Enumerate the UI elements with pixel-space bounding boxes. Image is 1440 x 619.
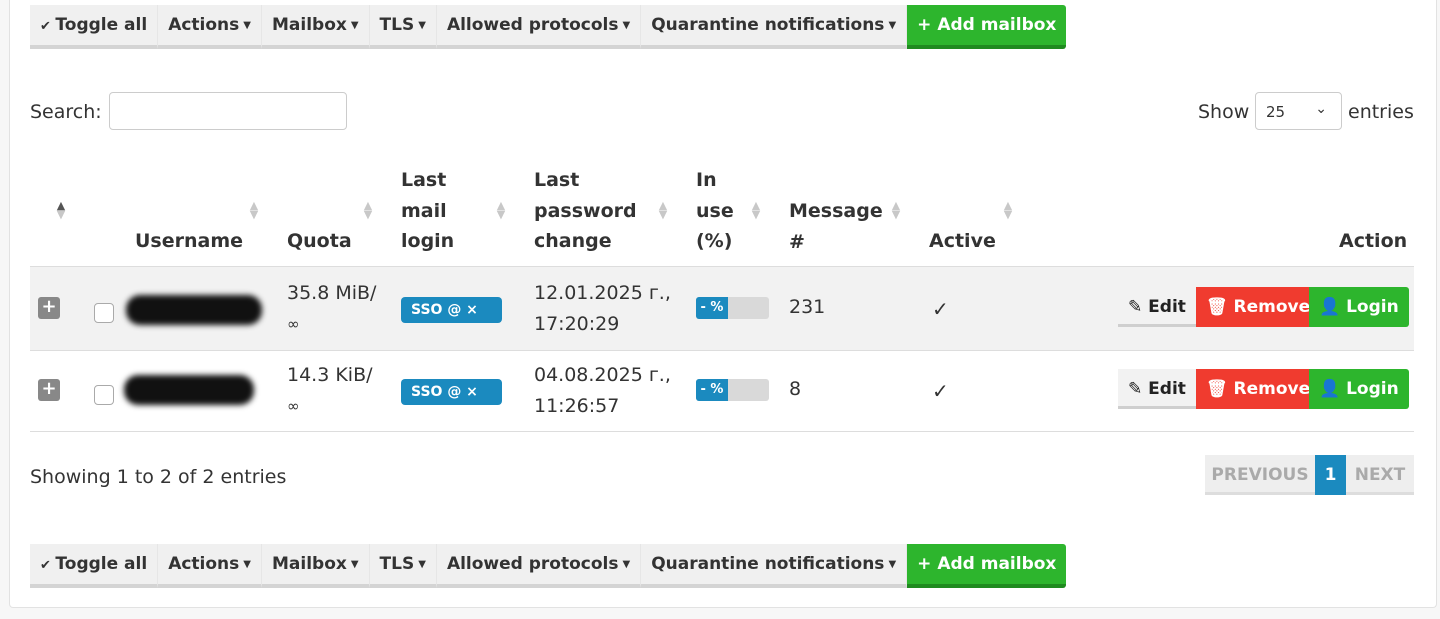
password-change-cell: 04.08.2025 г., 11:26:57 (534, 364, 671, 417)
length-value: 25 (1266, 103, 1286, 121)
row-checkbox[interactable] (94, 385, 114, 405)
caret-down-icon: ▼ (243, 559, 251, 570)
actions-dropdown[interactable]: Actions ▼ (158, 544, 262, 588)
user-icon: 👤 (1319, 379, 1347, 399)
tls-dropdown[interactable]: TLS ▼ (369, 544, 437, 588)
chevron-down-icon: ⌄ (1315, 101, 1327, 117)
login-button[interactable]: 👤 Login (1309, 287, 1409, 327)
page-1-button[interactable]: 1 (1315, 455, 1346, 495)
previous-page-button[interactable]: PREVIOUS (1205, 455, 1315, 495)
allowed-protocols-dropdown[interactable]: Allowed protocols ▼ (436, 544, 642, 588)
column-username[interactable]: Username (135, 226, 243, 257)
plus-icon: + (917, 554, 938, 574)
column-message-count[interactable]: Message # (789, 196, 883, 257)
caret-down-icon: ▼ (418, 20, 426, 31)
column-quota[interactable]: Quota (287, 226, 352, 257)
entries-length-select[interactable]: 25 ⌄ (1255, 92, 1342, 130)
caret-down-icon: ▼ (243, 20, 251, 31)
redacted-username (126, 295, 262, 325)
search-input[interactable] (109, 92, 347, 130)
edit-button[interactable]: ✎ Edit (1118, 287, 1196, 327)
show-label: Show (1198, 101, 1250, 123)
caret-down-icon: ▼ (350, 20, 359, 31)
search-label: Search: (30, 101, 102, 123)
caret-down-icon: ▼ (622, 559, 631, 570)
allowed-protocols-dropdown[interactable]: Allowed protocols ▼ (436, 5, 642, 49)
quarantine-notifications-dropdown[interactable]: Quarantine notifications ▼ (641, 5, 908, 49)
column-last-mail-login[interactable]: Last mail login (401, 165, 454, 257)
check-double-icon: ✔ (40, 558, 56, 573)
quota-cell: 14.3 KiB/ ∞ (287, 364, 373, 415)
sort-icon[interactable]: ▲ ▼ (658, 200, 668, 220)
check-double-icon: ✔ (40, 19, 56, 34)
pencil-icon: ✎ (1128, 379, 1149, 399)
trash-icon: 🗑 (1206, 379, 1234, 399)
usage-bar: - % (696, 297, 769, 319)
plus-icon: + (917, 15, 938, 35)
message-count: 8 (789, 378, 802, 400)
edit-button[interactable]: ✎ Edit (1118, 369, 1196, 409)
sort-icon[interactable]: ▲ ▼ (249, 200, 259, 220)
add-mailbox-button[interactable]: + Add mailbox (907, 5, 1067, 49)
column-active[interactable]: Active (929, 226, 996, 257)
sort-icon[interactable]: ▲ ▼ (751, 200, 761, 220)
sort-icon[interactable]: ▲ ▼ (56, 200, 66, 220)
mailbox-dropdown[interactable]: Mailbox ▼ (261, 544, 370, 588)
quarantine-notifications-dropdown[interactable]: Quarantine notifications ▼ (641, 544, 908, 588)
active-check-icon: ✓ (932, 297, 949, 321)
caret-down-icon: ▼ (350, 559, 359, 570)
caret-down-icon: ▼ (888, 20, 897, 31)
redacted-username (124, 375, 254, 405)
login-button[interactable]: 👤 Login (1309, 369, 1409, 409)
pencil-icon: ✎ (1128, 297, 1149, 317)
add-mailbox-button[interactable]: + Add mailbox (907, 544, 1067, 588)
sso-badge[interactable]: SSO @ × (401, 379, 502, 405)
caret-down-icon: ▼ (418, 559, 426, 570)
column-action: Action (1339, 230, 1408, 252)
caret-down-icon: ▼ (622, 20, 631, 31)
sort-icon[interactable]: ▲ ▼ (496, 200, 506, 220)
expand-row-button[interactable]: + (38, 297, 60, 319)
mailbox-dropdown[interactable]: Mailbox ▼ (261, 5, 370, 49)
active-check-icon: ✓ (932, 379, 949, 403)
entries-label: entries (1348, 101, 1414, 123)
table-info: Showing 1 to 2 of 2 entries (30, 466, 287, 488)
remove-button[interactable]: 🗑 Remove (1196, 369, 1321, 409)
row-checkbox[interactable] (94, 303, 114, 323)
caret-down-icon: ▼ (888, 559, 897, 570)
message-count: 231 (789, 296, 826, 318)
user-icon: 👤 (1319, 297, 1347, 317)
sort-icon[interactable]: ▲ ▼ (891, 200, 901, 220)
expand-row-button[interactable]: + (38, 379, 60, 401)
sort-icon[interactable]: ▲ ▼ (1003, 200, 1013, 220)
top-toolbar: ✔ Toggle all Actions ▼ Mailbox ▼ TLS ▼ Allo… (30, 5, 1067, 49)
trash-icon: 🗑 (1206, 297, 1234, 317)
tls-dropdown[interactable]: TLS ▼ (369, 5, 437, 49)
actions-dropdown[interactable]: Actions ▼ (158, 5, 262, 49)
bottom-toolbar: ✔ Toggle all Actions ▼ Mailbox ▼ TLS ▼ Allo… (30, 544, 1067, 588)
sso-badge[interactable]: SSO @ × (401, 297, 502, 323)
sort-icon[interactable]: ▲ ▼ (363, 200, 373, 220)
usage-bar: - % (696, 379, 769, 401)
column-in-use[interactable]: In use (%) (696, 165, 734, 257)
column-last-password-change[interactable]: Last password change (534, 165, 637, 257)
password-change-cell: 12.01.2025 г., 17:20:29 (534, 282, 671, 335)
next-page-button[interactable]: NEXT (1346, 455, 1414, 495)
toggle-all-button[interactable]: ✔ Toggle all (30, 5, 159, 49)
remove-button[interactable]: 🗑 Remove (1196, 287, 1321, 327)
quota-cell: 35.8 MiB/ ∞ (287, 282, 377, 333)
toggle-all-button[interactable]: ✔ Toggle all (30, 544, 159, 588)
